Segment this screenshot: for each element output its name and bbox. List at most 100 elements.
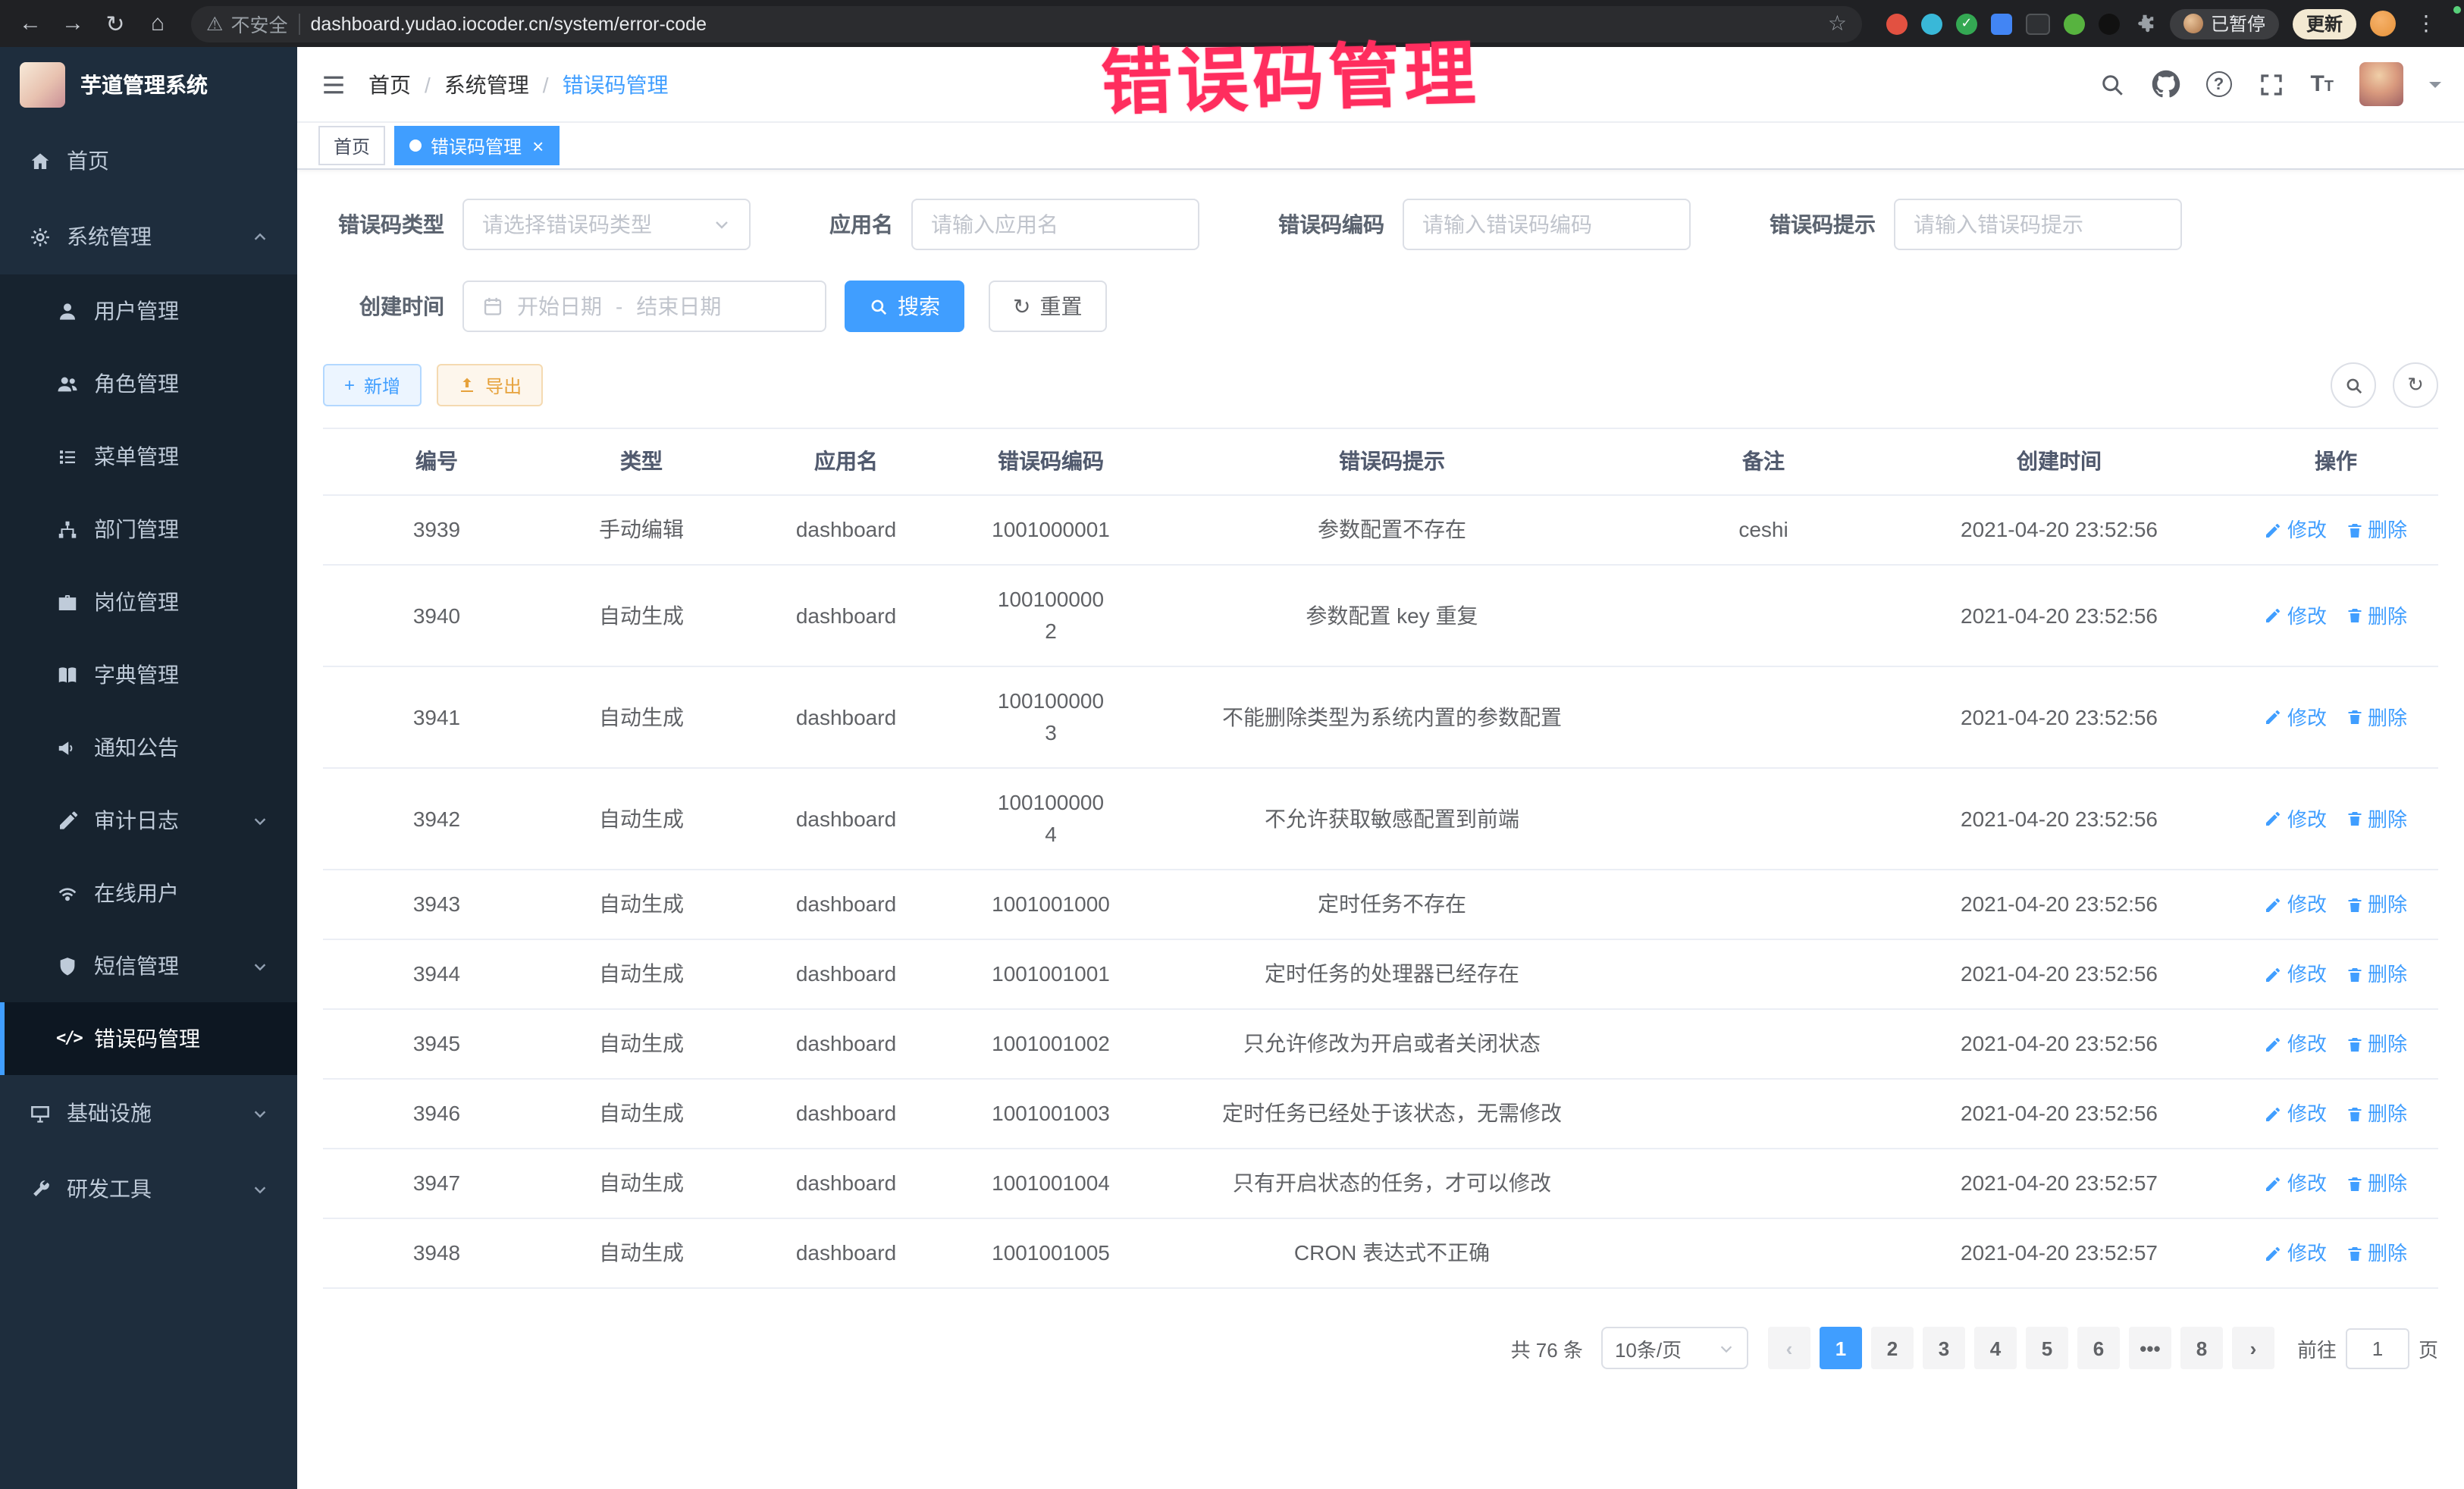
address-bar[interactable]: ⚠ 不安全 dashboard.yudao.iocoder.cn/system/… [191,5,1862,42]
trash-icon [2345,895,2363,914]
delete-link[interactable]: 删除 [2345,803,2407,835]
delete-link[interactable]: 删除 [2345,1237,2407,1269]
page-button-4[interactable]: 4 [1974,1327,2017,1369]
page-button-2[interactable]: 2 [1871,1327,1914,1369]
toggle-search-button[interactable] [2331,362,2376,408]
bookmark-star-icon[interactable]: ☆ [1828,11,1847,36]
cell-operations: 修改 删除 [2234,1010,2438,1078]
error-msg-input[interactable] [1894,199,2182,250]
edit-link[interactable]: 修改 [2265,889,2327,920]
breadcrumb-system[interactable]: 系统管理 [444,69,529,99]
browser-forward-icon[interactable]: → [55,5,91,42]
sidebar-item-sms[interactable]: 短信管理 [0,929,297,1002]
page-button-more[interactable]: ••• [2129,1327,2171,1369]
delete-link[interactable]: 删除 [2345,514,2407,546]
breadcrumb-home[interactable]: 首页 [368,69,411,99]
extension-icon-grid[interactable] [1991,13,2012,34]
app-name-input[interactable] [911,199,1199,250]
delete-link[interactable]: 删除 [2345,1028,2407,1060]
page-button-6[interactable]: 6 [2077,1327,2120,1369]
page-button-3[interactable]: 3 [1923,1327,1965,1369]
extension-icon-green-check[interactable]: ✓ [1956,13,1977,34]
tag-close-icon[interactable]: × [531,136,544,155]
prev-page-button[interactable]: ‹ [1768,1327,1810,1369]
browser-profile-avatar[interactable] [2370,11,2396,36]
delete-link[interactable]: 删除 [2345,600,2407,632]
sidebar-item-notices[interactable]: 通知公告 [0,711,297,784]
sidebar-item-menus[interactable]: 菜单管理 [0,420,297,493]
tag-error-code[interactable]: 错误码管理 × [394,126,559,165]
fullscreen-icon[interactable] [2257,71,2284,98]
edit-link[interactable]: 修改 [2265,958,2327,990]
sidebar-item-error-code[interactable]: </> 错误码管理 [0,1002,297,1075]
edit-link[interactable]: 修改 [2265,1028,2327,1060]
help-icon[interactable] [2205,71,2231,97]
sidebar-item-departments[interactable]: 部门管理 [0,493,297,566]
sidebar-item-posts[interactable]: 岗位管理 [0,566,297,638]
monitor-icon [29,1102,52,1124]
edit-link[interactable]: 修改 [2265,600,2327,632]
github-icon[interactable] [2151,70,2180,99]
browser-menu-icon[interactable]: ⋮ [2409,11,2443,36]
extension-icon-teal[interactable] [1921,13,1942,34]
date-end-placeholder: 结束日期 [636,291,721,321]
sidebar-item-online-users[interactable]: 在线用户 [0,857,297,929]
delete-link[interactable]: 删除 [2345,1098,2407,1130]
add-button-label: 新增 [364,372,400,398]
sidebar-item-home[interactable]: 首页 [0,123,297,199]
delete-link[interactable]: 删除 [2345,958,2407,990]
avatar-caret-icon[interactable] [2429,81,2441,93]
add-button[interactable]: + 新增 [323,364,422,406]
paused-button[interactable]: 已暂停 [2170,8,2279,39]
edit-link[interactable]: 修改 [2265,1168,2327,1199]
sidebar-item-roles[interactable]: 角色管理 [0,347,297,420]
create-time-range-picker[interactable]: 开始日期 - 结束日期 [462,281,826,332]
delete-link[interactable]: 删除 [2345,701,2407,733]
extension-icon-black[interactable] [2099,13,2120,34]
edit-link[interactable]: 修改 [2265,1098,2327,1130]
sidebar-logo[interactable]: 芋道管理系统 [0,47,297,123]
edit-link[interactable]: 修改 [2265,1237,2327,1269]
delete-link[interactable]: 删除 [2345,1168,2407,1199]
sidebar-item-system[interactable]: 系统管理 [0,199,297,274]
page-button-5[interactable]: 5 [2026,1327,2068,1369]
sidebar-item-users[interactable]: 用户管理 [0,274,297,347]
sidebar-item-dict[interactable]: 字典管理 [0,638,297,711]
goto-page-input[interactable] [2346,1328,2409,1368]
extension-icon-switch[interactable] [2026,13,2050,34]
page-size-select[interactable]: 10条/页 [1601,1327,1748,1369]
page-button-1[interactable]: 1 [1820,1327,1862,1369]
extension-icon-red[interactable] [1886,13,1908,34]
search-icon[interactable] [2098,71,2125,98]
url-text[interactable]: dashboard.yudao.iocoder.cn/system/error-… [310,13,1817,34]
puzzle-extensions-icon[interactable] [2133,12,2156,35]
sidebar-item-infrastructure[interactable]: 基础设施 [0,1075,297,1151]
export-button[interactable]: 导出 [437,364,543,406]
font-size-icon[interactable] [2310,71,2334,97]
cell-code: 1001001000 [960,870,1142,939]
update-button[interactable]: 更新 [2293,8,2356,39]
edit-link[interactable]: 修改 [2265,514,2327,546]
reset-button[interactable]: ↻ 重置 [989,281,1106,332]
next-page-button[interactable]: › [2232,1327,2274,1369]
sidebar-item-dev-tools[interactable]: 研发工具 [0,1151,297,1227]
cell-code: 100100000 2 [960,566,1142,666]
user-avatar[interactable] [2359,62,2403,106]
sidebar-item-audit-log[interactable]: 审计日志 [0,784,297,857]
edit-link[interactable]: 修改 [2265,701,2327,733]
refresh-table-button[interactable]: ↻ [2393,362,2438,408]
browser-reload-icon[interactable]: ↻ [97,5,133,42]
delete-link[interactable]: 删除 [2345,889,2407,920]
sidebar-toggle-icon[interactable] [320,71,347,98]
error-type-select[interactable]: 请选择错误码类型 [462,199,751,250]
trash-icon [2345,708,2363,726]
browser-back-icon[interactable]: ← [12,5,49,42]
edit-link[interactable]: 修改 [2265,803,2327,835]
extension-icon-green[interactable] [2064,13,2085,34]
search-button[interactable]: 搜索 [845,281,964,332]
browser-home-icon[interactable]: ⌂ [140,5,176,42]
error-code-input[interactable] [1403,199,1691,250]
tag-home[interactable]: 首页 [318,126,385,165]
security-indicator[interactable]: ⚠ 不安全 [206,9,287,38]
page-button-8[interactable]: 8 [2180,1327,2223,1369]
